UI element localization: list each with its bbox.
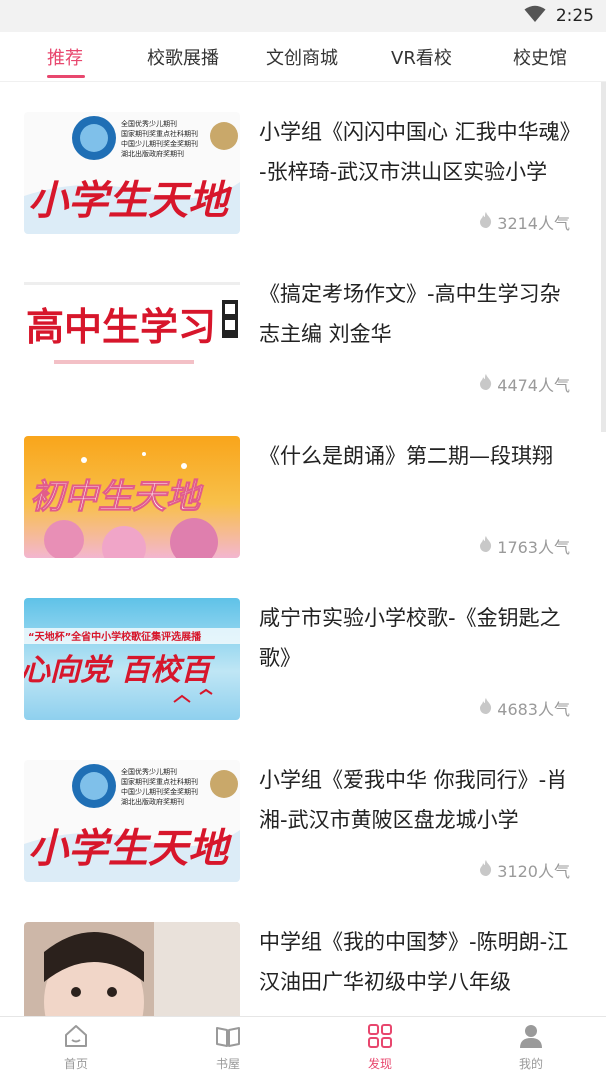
nav-label: 发现 [367, 1057, 392, 1071]
item-title[interactable]: 中学组《我的中国梦》-陈明朗-江汉油田广华初级中学八年级 [259, 922, 581, 1002]
top-tabs: 推荐 校歌展播 文创商城 VR看校 校史馆 [0, 32, 606, 82]
feed-item[interactable]: 全国优秀少儿期刊 国家期刊奖重点社科期刊 中国少儿期刊奖金奖期刊 湖北出版政府奖… [0, 730, 606, 892]
nav-home[interactable]: 首页 [36, 1023, 116, 1072]
popularity-count: 3120人气 [497, 862, 570, 881]
feed-item[interactable]: “天地杯”全省中小学校歌征集评选展播 心向党 百校百 咸宁市实验小学校歌-《金钥… [0, 568, 606, 730]
wifi-icon [524, 5, 546, 27]
feed-item[interactable]: 中学组《我的中国梦》-陈明朗-江汉油田广华初级中学八年级 [0, 892, 606, 1016]
flame-icon [479, 535, 493, 557]
thumbnail: “天地杯”全省中小学校歌征集评选展播 心向党 百校百 [24, 598, 240, 720]
nav-label: 我的 [518, 1057, 543, 1071]
bottom-nav: 首页 书屋 发现 我的 [0, 1016, 606, 1080]
item-title[interactable]: 咸宁市实验小学校歌-《金钥匙之歌》 [259, 598, 581, 678]
nav-bookhouse[interactable]: 书屋 [188, 1023, 268, 1072]
thumb-caption: 全国优秀少儿期刊 [121, 119, 177, 128]
popularity-count: 1763人气 [497, 538, 570, 557]
item-title[interactable]: 《什么是朗诵》第二期—段琪翔 [259, 436, 581, 476]
nav-label: 书屋 [215, 1057, 240, 1071]
popularity: 4474人气 [479, 372, 570, 396]
thumbnail: 初中生天地 [24, 436, 240, 558]
thumb-logo-text: 初中生天地 [30, 477, 204, 517]
thumb-logo-text: 心向党 百校百 [24, 653, 215, 688]
status-bar: 2:25 [0, 0, 606, 32]
thumb-logo-text: 小学生天地 [28, 178, 233, 224]
popularity: 3120人气 [479, 858, 570, 882]
nav-label: 首页 [63, 1057, 88, 1071]
feed-list: 全国优秀少儿期刊 国家期刊奖重点社科期刊 中国少儿期刊奖金奖期刊 湖北出版政府奖… [0, 82, 606, 1016]
tab-school-song[interactable]: 校歌展播 [147, 44, 219, 70]
thumb-logo-text: 小学生天地 [28, 826, 233, 872]
thumb-caption: 国家期刊奖重点社科期刊 [121, 777, 198, 786]
nav-mine[interactable]: 我的 [491, 1023, 571, 1072]
flame-icon [479, 211, 493, 233]
home-icon [63, 1025, 89, 1053]
feed-item[interactable]: 初中生天地 《什么是朗诵》第二期—段琪翔 1763人气 [0, 406, 606, 568]
discover-grid-icon [367, 1024, 393, 1053]
thumb-caption: 全国优秀少儿期刊 [121, 767, 177, 776]
nav-discover[interactable]: 发现 [340, 1023, 420, 1072]
thumb-banner-text: “天地杯”全省中小学校歌征集评选展播 [28, 630, 202, 643]
popularity-count: 3214人气 [497, 214, 570, 233]
thumbnail: 全国优秀少儿期刊 国家期刊奖重点社科期刊 中国少儿期刊奖金奖期刊 湖北出版政府奖… [24, 760, 240, 882]
tab-vr[interactable]: VR看校 [391, 44, 452, 70]
tab-history[interactable]: 校史馆 [513, 44, 567, 70]
user-icon [518, 1025, 544, 1053]
status-right: 2:25 [524, 5, 594, 27]
thumb-caption: 中国少儿期刊奖金奖期刊 [121, 139, 198, 148]
thumb-logo-text: 高中生学习 [26, 305, 216, 349]
thumbnail: 全国优秀少儿期刊 国家期刊奖重点社科期刊 中国少儿期刊奖金奖期刊 湖北出版政府奖… [24, 112, 240, 234]
popularity: 3214人气 [479, 210, 570, 234]
flame-icon [479, 697, 493, 719]
flame-icon [479, 859, 493, 881]
thumbnail: 高中生学习 [24, 274, 240, 396]
thumb-caption: 国家期刊奖重点社科期刊 [121, 129, 198, 138]
book-icon [215, 1027, 241, 1053]
thumb-caption: 湖北出版政府奖期刊 [121, 149, 184, 158]
item-title[interactable]: 《搞定考场作文》-高中生学习杂志主编 刘金华 [259, 274, 581, 354]
item-title[interactable]: 小学组《爱我中华 你我同行》-肖湘-武汉市黄陂区盘龙城小学 [259, 760, 581, 840]
feed-item[interactable]: 全国优秀少儿期刊 国家期刊奖重点社科期刊 中国少儿期刊奖金奖期刊 湖北出版政府奖… [0, 82, 606, 244]
tab-active-indicator [47, 75, 85, 78]
popularity: 4683人气 [479, 696, 570, 720]
tab-shop[interactable]: 文创商城 [266, 44, 338, 70]
popularity: 1763人气 [479, 534, 570, 558]
popularity-count: 4474人气 [497, 376, 570, 395]
thumb-caption: 中国少儿期刊奖金奖期刊 [121, 787, 198, 796]
feed-item[interactable]: 高中生学习 《搞定考场作文》-高中生学习杂志主编 刘金华 4474人气 [0, 244, 606, 406]
thumbnail [24, 922, 240, 1016]
tab-recommend[interactable]: 推荐 [47, 44, 83, 70]
item-title[interactable]: 小学组《闪闪中国心 汇我中华魂》-张梓琦-武汉市洪山区实验小学 [259, 112, 581, 192]
flame-icon [479, 373, 493, 395]
status-time: 2:25 [555, 6, 594, 26]
thumb-caption: 湖北出版政府奖期刊 [121, 797, 184, 806]
popularity-count: 4683人气 [497, 700, 570, 719]
